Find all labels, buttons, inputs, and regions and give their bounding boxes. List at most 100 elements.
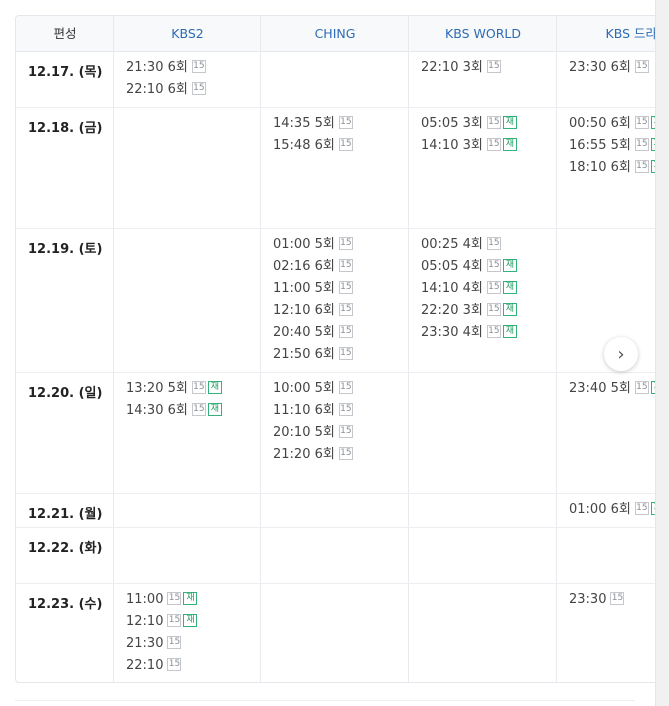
- age-rating-badge: 15: [486, 259, 501, 272]
- broadcast-entry[interactable]: 11:00 5회 15: [273, 278, 353, 300]
- broadcast-time: 13:20 5회: [126, 381, 188, 396]
- date-label: 12.23. (수): [28, 597, 103, 612]
- age-rating-badge: 15: [634, 160, 649, 173]
- schedule-cell: 13:20 5회 15 재 14:30 6회 15 재: [126, 378, 222, 422]
- broadcast-entry[interactable]: 10:00 5회 15: [273, 378, 353, 400]
- table-row: 12.23. (수) 11:00 15 재 12:10 15 재 21:30 15 22:10 15…: [16, 583, 669, 682]
- broadcast-entry[interactable]: 15:48 6회 15: [273, 135, 353, 157]
- broadcast-entry[interactable]: 12:10 6회 15: [273, 300, 353, 322]
- schedule-cell: 23:40 5회15재: [569, 378, 665, 400]
- broadcast-entry[interactable]: 20:40 5회 15: [273, 322, 353, 344]
- age-rating-badge: 15: [486, 281, 501, 294]
- next-arrow-button[interactable]: ›: [604, 337, 638, 371]
- age-rating-badge: 15: [338, 237, 353, 250]
- channel-header[interactable]: KBS 드라마: [557, 16, 669, 51]
- broadcast-entry[interactable]: 23:40 5회15재: [569, 378, 665, 400]
- age-rating-badge: 15: [191, 82, 206, 95]
- date-label: 12.19. (토): [28, 242, 103, 257]
- broadcast-entry[interactable]: 02:16 6회 15: [273, 256, 353, 278]
- broadcast-entry[interactable]: 21:20 6회 15: [273, 444, 353, 466]
- age-rating-badge: 15: [338, 381, 353, 394]
- broadcast-entry[interactable]: 14:10 3회 15 재: [421, 135, 517, 157]
- broadcast-time: 12:10: [126, 614, 164, 629]
- broadcast-entry[interactable]: 12:10 15 재: [126, 611, 198, 633]
- broadcast-time: 22:20 3회: [421, 303, 483, 318]
- age-rating-badge: 15: [338, 325, 353, 338]
- broadcast-entry[interactable]: 22:10 15: [126, 655, 197, 677]
- table-row: 12.18. (금) 14:35 5회 15 15:48 6회 15 05:05 3회 15…: [16, 107, 669, 229]
- broadcast-entry[interactable]: 22:10 3회 15: [421, 57, 501, 79]
- broadcast-entry[interactable]: 23:30 4회 15 재: [421, 322, 517, 344]
- broadcast-time: 15:48 6회: [273, 138, 335, 153]
- schedule-cell: 01:00 5회 15 02:16 6회 15 11:00 5회 15 12:10 6회 15…: [273, 234, 353, 366]
- schedule-cell: 23:30 15: [569, 589, 625, 611]
- broadcast-entry[interactable]: 01:00 6회15재: [569, 499, 665, 521]
- broadcast-time: 00:25 4회: [421, 237, 483, 252]
- age-rating-badge: 15: [634, 138, 649, 151]
- broadcast-time: 20:40 5회: [273, 325, 335, 340]
- broadcast-entry[interactable]: 05:05 3회 15 재: [421, 113, 517, 135]
- schedule-cell: 23:30 6회 15: [569, 57, 649, 79]
- broadcast-time: 14:10 3회: [421, 138, 483, 153]
- rerun-badge: 재: [207, 403, 222, 416]
- scrollbar[interactable]: [655, 0, 669, 706]
- broadcast-entry[interactable]: 23:30 6회 15: [569, 57, 649, 79]
- broadcast-time: 22:10 6회: [126, 82, 188, 97]
- broadcast-entry[interactable]: 23:30 15: [569, 589, 625, 611]
- age-rating-badge: 15: [191, 60, 206, 73]
- broadcast-time: 22:10 3회: [421, 60, 483, 75]
- age-rating-badge: 15: [486, 138, 501, 151]
- broadcast-entry[interactable]: 14:35 5회 15: [273, 113, 353, 135]
- age-rating-badge: 15: [634, 502, 649, 515]
- broadcast-entry[interactable]: 21:30 6회 15: [126, 57, 206, 79]
- age-rating-badge: 15: [610, 592, 625, 605]
- age-rating-badge: 15: [486, 116, 501, 129]
- broadcast-time: 23:30: [569, 592, 607, 607]
- broadcast-time: 14:35 5회: [273, 116, 335, 131]
- schedule-cell: 01:00 6회15재: [569, 499, 665, 521]
- broadcast-entry[interactable]: 18:10 6회15재: [569, 157, 665, 179]
- rerun-badge: 재: [207, 381, 222, 394]
- date-label: 12.21. (월): [28, 507, 103, 522]
- broadcast-entry[interactable]: 22:20 3회 15 재: [421, 300, 517, 322]
- age-rating-badge: 15: [338, 447, 353, 460]
- broadcast-time: 14:30 6회: [126, 403, 188, 418]
- broadcast-entry[interactable]: 21:50 6회 15: [273, 344, 353, 366]
- broadcast-entry[interactable]: 14:10 4회 15 재: [421, 278, 517, 300]
- table-row: 12.22. (화): [16, 527, 669, 584]
- date-label: 12.20. (일): [28, 386, 103, 401]
- broadcast-entry[interactable]: 11:10 6회 15: [273, 400, 353, 422]
- schedule-cell: 22:10 3회 15: [421, 57, 501, 79]
- broadcast-entry[interactable]: 21:30 15: [126, 633, 197, 655]
- age-rating-badge: 15: [191, 381, 206, 394]
- age-rating-badge: 15: [486, 325, 501, 338]
- age-rating-badge: 15: [338, 281, 353, 294]
- schedule-cell: 21:30 6회 15 22:10 6회 15: [126, 57, 206, 101]
- age-rating-badge: 15: [338, 425, 353, 438]
- date-label: 12.17. (목): [28, 65, 103, 80]
- table-row: 12.20. (일) 13:20 5회 15 재 14:30 6회 15 재 10:00 5회…: [16, 372, 669, 494]
- broadcast-entry[interactable]: 11:00 15 재: [126, 589, 198, 611]
- broadcast-time: 14:10 4회: [421, 281, 483, 296]
- broadcast-entry[interactable]: 22:10 6회 15: [126, 79, 206, 101]
- broadcast-time: 11:00: [126, 592, 164, 607]
- divider: [15, 700, 635, 701]
- broadcast-time: 11:00 5회: [273, 281, 335, 296]
- age-rating-badge: 15: [167, 658, 182, 671]
- rerun-badge: 재: [502, 303, 517, 316]
- age-rating-badge: 15: [338, 347, 353, 360]
- age-rating-badge: 15: [167, 592, 182, 605]
- age-rating-badge: 15: [191, 403, 206, 416]
- schedule-cell: 14:35 5회 15 15:48 6회 15: [273, 113, 353, 157]
- broadcast-entry[interactable]: 05:05 4회 15 재: [421, 256, 517, 278]
- broadcast-time: 23:40 5회: [569, 381, 631, 396]
- broadcast-time: 16:55 5회: [569, 138, 631, 153]
- schedule-cell: 05:05 3회 15 재 14:10 3회 15 재: [421, 113, 517, 157]
- broadcast-entry[interactable]: 16:55 5회15재: [569, 135, 665, 157]
- broadcast-entry[interactable]: 20:10 5회 15: [273, 422, 353, 444]
- broadcast-entry[interactable]: 01:00 5회 15: [273, 234, 353, 256]
- broadcast-entry[interactable]: 00:25 4회 15: [421, 234, 517, 256]
- broadcast-entry[interactable]: 13:20 5회 15 재: [126, 378, 222, 400]
- broadcast-entry[interactable]: 14:30 6회 15 재: [126, 400, 222, 422]
- broadcast-entry[interactable]: 00:50 6회15재: [569, 113, 665, 135]
